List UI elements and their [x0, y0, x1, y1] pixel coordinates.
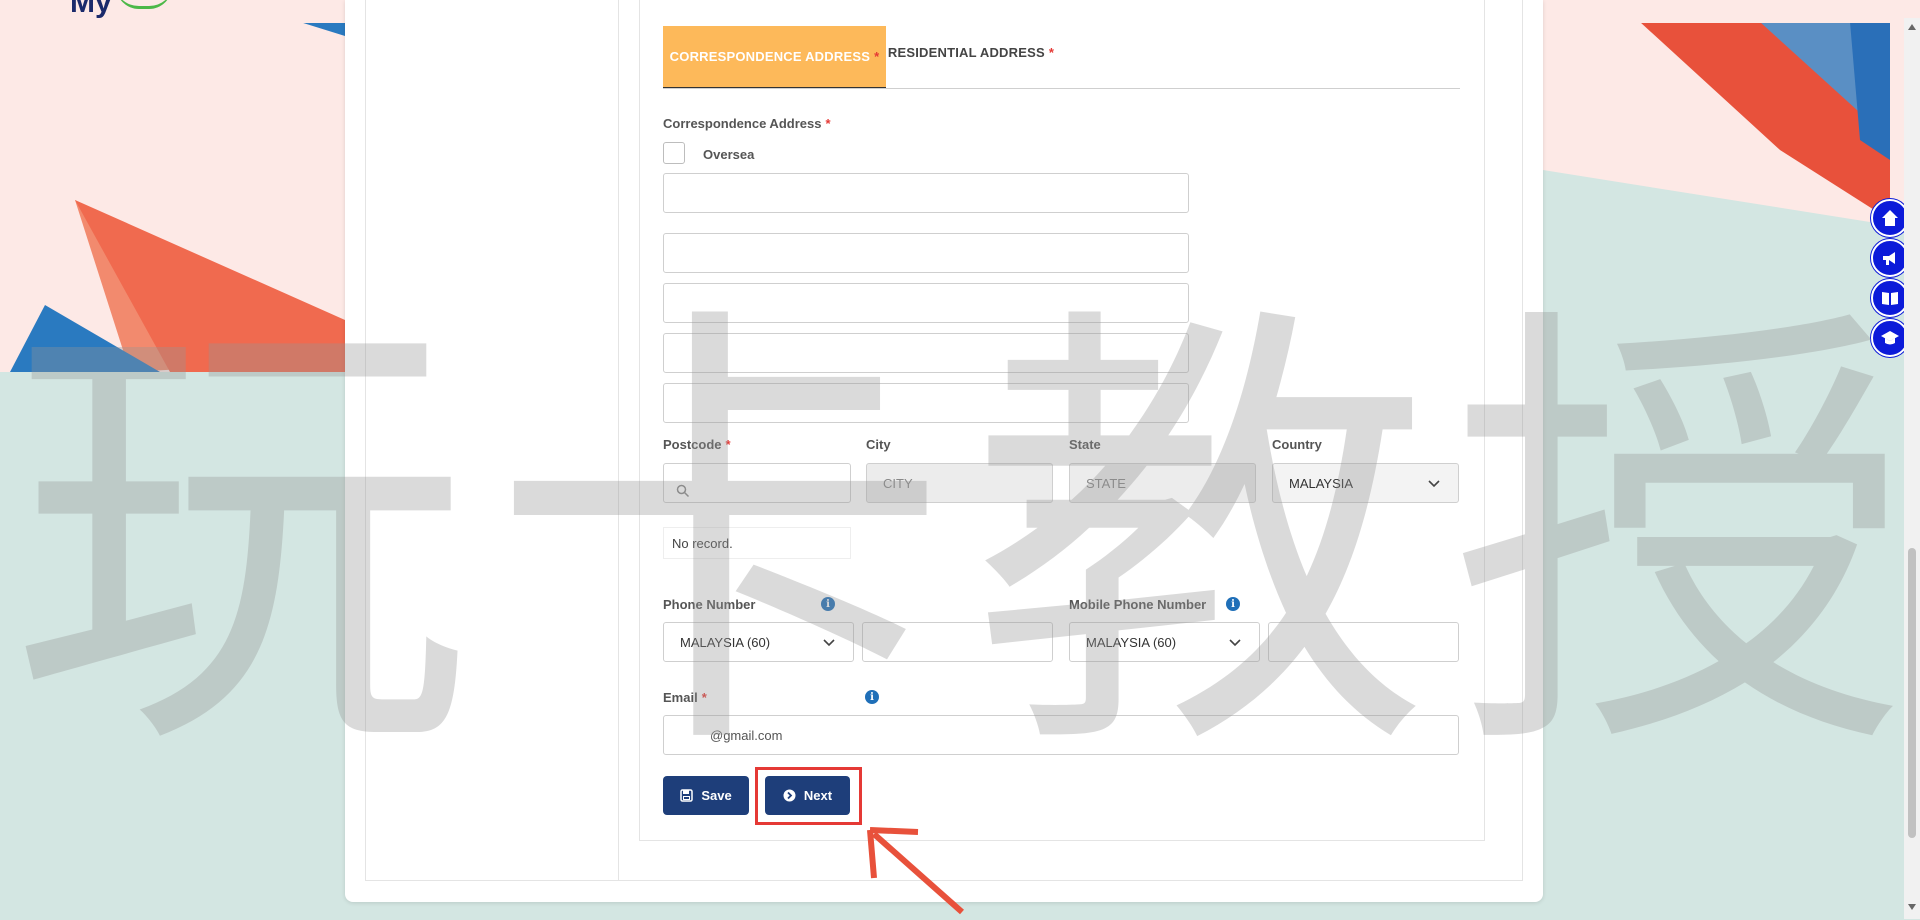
- city-input: CITY: [866, 463, 1053, 503]
- tab-residential-address[interactable]: RESIDENTIAL ADDRESS *: [886, 26, 1056, 79]
- scroll-down-arrow[interactable]: [1908, 904, 1916, 910]
- country-select[interactable]: MALAYSIA: [1272, 463, 1459, 503]
- search-icon: [676, 484, 690, 498]
- floppy-disk-icon: [680, 789, 694, 802]
- oversea-checkbox[interactable]: [663, 142, 685, 164]
- state-label: State: [1069, 437, 1101, 452]
- annotation-arrow: [867, 827, 964, 915]
- email-label: Email *: [663, 690, 707, 705]
- postcode-no-record-dropdown: No record.: [663, 527, 851, 559]
- postcode-label: Postcode *: [663, 437, 731, 452]
- oversea-label: Oversea: [703, 147, 755, 162]
- address-line-3-input[interactable]: [663, 283, 1189, 323]
- site-logo[interactable]: My: [70, 0, 172, 19]
- phone-country-select[interactable]: MALAYSIA (60): [663, 622, 854, 662]
- column-divider: [618, 0, 619, 881]
- phone-info-icon[interactable]: i: [821, 597, 835, 611]
- address-line-4-input[interactable]: [663, 333, 1189, 373]
- mobile-number-input[interactable]: [1268, 622, 1459, 662]
- next-button-highlight: [755, 767, 862, 825]
- page-scrollbar[interactable]: [1904, 18, 1920, 919]
- mobile-info-icon[interactable]: i: [1226, 597, 1240, 611]
- home-icon: [1882, 210, 1898, 226]
- graduation-cap-icon: [1881, 331, 1899, 345]
- state-input: STATE: [1069, 463, 1256, 503]
- book-icon: [1882, 292, 1898, 305]
- country-label: Country: [1272, 437, 1322, 452]
- tab-correspondence-address[interactable]: CORRESPONDENCE ADDRESS *: [663, 26, 886, 89]
- chevron-down-icon: [1428, 480, 1440, 488]
- correspondence-address-label: Correspondence Address *: [663, 116, 831, 131]
- phone-number-label: Phone Number: [663, 597, 756, 612]
- scroll-thumb[interactable]: [1908, 548, 1916, 838]
- scroll-up-arrow[interactable]: [1908, 24, 1916, 30]
- tab-underline: [663, 88, 1460, 89]
- email-info-icon[interactable]: i: [865, 690, 879, 704]
- city-label: City: [866, 437, 891, 452]
- email-input[interactable]: @gmail.com: [663, 715, 1459, 755]
- chevron-down-icon: [1229, 639, 1241, 647]
- postcode-search-input[interactable]: [663, 463, 851, 503]
- main-card: [345, 0, 1543, 902]
- address-line-5-input[interactable]: [663, 383, 1189, 423]
- chevron-down-icon: [823, 639, 835, 647]
- save-button[interactable]: Save: [663, 776, 749, 815]
- megaphone-icon: [1883, 252, 1895, 265]
- mobile-country-select[interactable]: MALAYSIA (60): [1069, 622, 1260, 662]
- address-line-2-input[interactable]: [663, 233, 1189, 273]
- mobile-phone-label: Mobile Phone Number: [1069, 597, 1207, 612]
- address-line-1-input[interactable]: [663, 173, 1189, 213]
- phone-number-input[interactable]: [862, 622, 1053, 662]
